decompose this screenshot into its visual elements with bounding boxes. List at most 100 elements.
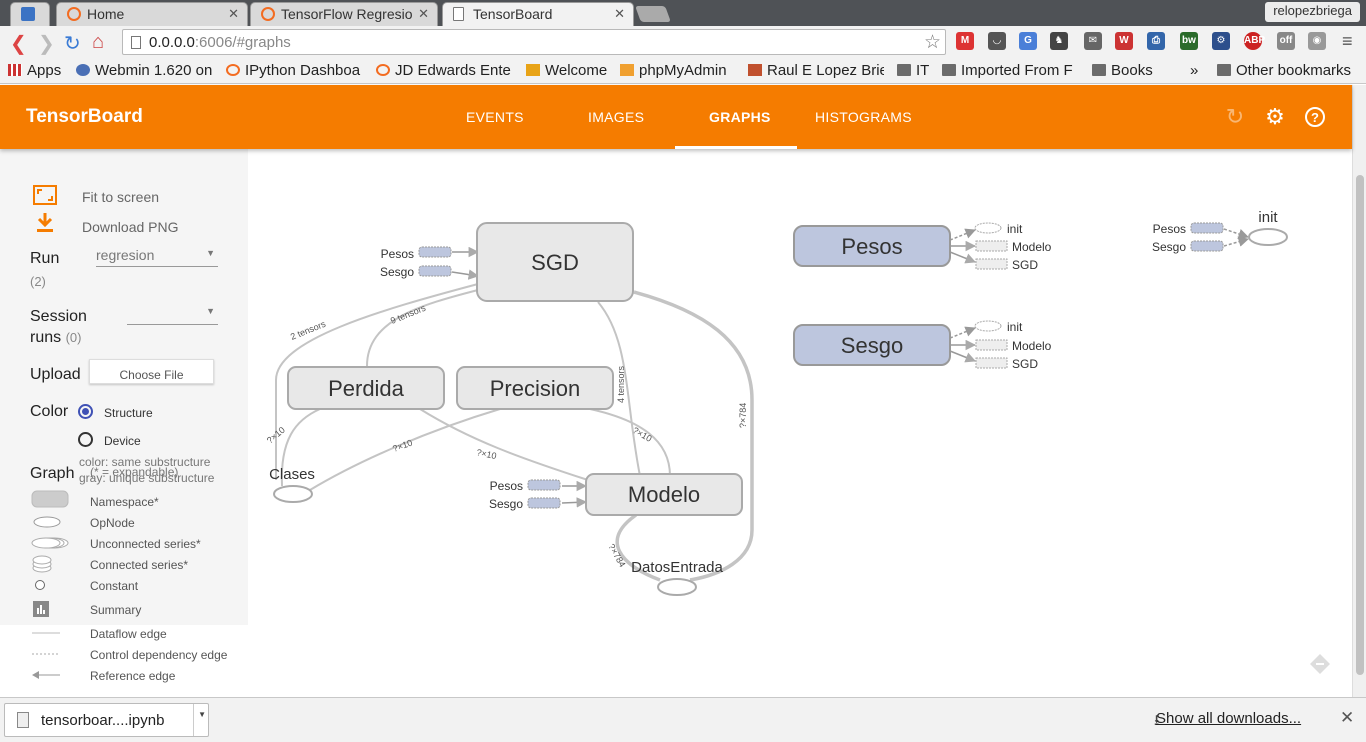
camera-icon[interactable]: ◉ xyxy=(1308,32,1326,50)
bookmark-folder-imported[interactable]: Imported From F xyxy=(942,62,1078,79)
aux-pesos-sgd: Pesos xyxy=(381,247,414,261)
node-sesgo[interactable]: Sesgo xyxy=(793,324,951,366)
choose-file-button[interactable]: Choose File xyxy=(89,359,214,384)
download-png-button[interactable]: Download PNG xyxy=(82,219,179,235)
run-select-value: regresion xyxy=(96,247,155,263)
gmail-icon[interactable]: M xyxy=(956,32,974,50)
adblock-icon[interactable]: ABP xyxy=(1244,32,1265,50)
bookmark-folder-other[interactable]: Other bookmarks xyxy=(1217,62,1351,79)
home-icon[interactable]: ⌂ xyxy=(92,31,104,54)
fit-to-screen-icon[interactable] xyxy=(33,185,57,205)
edge-sesgo-modelo xyxy=(561,497,588,508)
close-icon[interactable]: ✕ xyxy=(418,6,429,22)
aux-pesos-modelo: Pesos xyxy=(490,479,523,493)
close-icon[interactable]: ✕ xyxy=(228,6,239,22)
forward-icon[interactable]: ❯ xyxy=(38,31,55,56)
edge-init-pesos xyxy=(1223,228,1249,239)
legend-opnode: OpNode xyxy=(90,516,135,530)
page-scrollbar[interactable] xyxy=(1352,85,1366,697)
bookmark-webmin[interactable]: Webmin 1.620 on xyxy=(76,62,214,79)
edge-perdida-modelo xyxy=(419,408,589,481)
new-tab-button[interactable] xyxy=(635,6,671,22)
tab-images[interactable]: IMAGES xyxy=(588,109,644,125)
bw-icon[interactable]: bw xyxy=(1180,32,1198,50)
back-icon[interactable]: ❮ xyxy=(10,31,27,56)
color-structure-label: Structure xyxy=(104,406,153,420)
reload-icon[interactable]: ↻ xyxy=(64,31,81,56)
welcome-icon xyxy=(526,64,540,76)
reference-edge-arrow xyxy=(32,671,39,679)
tab-home[interactable]: Home ✕ xyxy=(56,2,248,26)
translate-icon[interactable]: G xyxy=(1019,32,1037,50)
color-device-radio[interactable] xyxy=(78,432,93,447)
run-select[interactable]: regresion ▼ xyxy=(96,247,218,267)
address-bar[interactable]: 0.0.0.0:6006/#graphs ☆ xyxy=(122,29,946,55)
bookmark-jde[interactable]: JD Edwards Ente xyxy=(376,62,514,79)
show-all-downloads-link[interactable]: Show all downloads... xyxy=(1156,710,1301,727)
bookmark-phpmyadmin[interactable]: phpMyAdmin xyxy=(620,62,727,79)
pocket-icon[interactable]: ◡ xyxy=(988,32,1006,50)
tab-histograms[interactable]: HISTOGRAMS xyxy=(815,109,912,125)
node-modelo[interactable]: Modelo xyxy=(585,473,743,516)
bookmark-label: Webmin 1.620 on xyxy=(95,62,213,79)
edge-sesgo-sgd-ref xyxy=(949,350,976,363)
edge-init-sesgo xyxy=(1223,236,1250,247)
minimap-icon[interactable] xyxy=(1310,654,1330,674)
tab-pinned[interactable] xyxy=(10,2,50,26)
edge-label-784-datos: ?×784 xyxy=(606,542,627,569)
profile-button[interactable]: relopezbriega xyxy=(1265,2,1360,22)
wikipedia-icon[interactable]: W xyxy=(1115,32,1133,50)
download-icon[interactable] xyxy=(36,213,54,233)
graph-canvas[interactable]: 2 tensors 9 tensors 4 tensors ?×784 ?×10… xyxy=(248,149,1338,695)
bookmark-ipython[interactable]: IPython Dashboa xyxy=(226,62,364,79)
bookmark-folder-books[interactable]: Books xyxy=(1092,62,1153,79)
tab-events[interactable]: EVENTS xyxy=(466,109,524,125)
node-pesos[interactable]: Pesos xyxy=(793,225,951,267)
bookmark-raul[interactable]: Raul E Lopez Brie xyxy=(748,62,884,79)
tab-label: TensorBoard xyxy=(473,6,553,22)
session-runs-select[interactable]: ▼ xyxy=(127,305,218,325)
bookmark-star-icon[interactable]: ☆ xyxy=(924,31,941,54)
bookmarks-overflow[interactable]: » xyxy=(1190,62,1198,79)
tab-tensorboard[interactable]: TensorBoard ✕ xyxy=(442,2,634,27)
bookmark-label: Welcome xyxy=(545,62,608,79)
node-init[interactable]: init xyxy=(1248,209,1288,246)
close-icon[interactable]: ✕ xyxy=(1340,708,1354,728)
download-item[interactable]: tensorboar....ipynb ▼ xyxy=(4,703,209,737)
tab-tensorflow-regresion[interactable]: TensorFlow Regresio ✕ xyxy=(250,2,438,26)
tab-graphs[interactable]: GRAPHS xyxy=(709,109,771,125)
constant-symbol xyxy=(35,580,45,590)
off-icon[interactable]: off xyxy=(1277,32,1295,50)
dropdown-arrow-icon[interactable]: ▼ xyxy=(198,710,206,719)
bookmark-folder-it[interactable]: IT xyxy=(897,62,929,79)
menu-icon[interactable]: ≡ xyxy=(1342,31,1353,52)
node-sgd[interactable]: SGD xyxy=(476,222,634,302)
summary-symbol-bar xyxy=(37,608,39,614)
color-structure-radio[interactable] xyxy=(78,404,93,419)
graph-label: Graph xyxy=(30,465,75,482)
node-perdida[interactable]: Perdida xyxy=(287,366,445,410)
print-icon[interactable]: ⎙ xyxy=(1147,32,1165,50)
folder-icon xyxy=(942,64,956,76)
extension-icon[interactable]: ♞ xyxy=(1050,32,1068,50)
fit-to-screen-button[interactable]: Fit to screen xyxy=(82,189,159,205)
node-clases[interactable]: Clases xyxy=(269,466,315,503)
bookmark-label: Books xyxy=(1111,62,1153,79)
scrollbar-thumb[interactable] xyxy=(1356,175,1364,675)
legend-constant: Constant xyxy=(90,579,139,593)
url-path: :6006/#graphs xyxy=(194,34,291,51)
close-icon[interactable]: ✕ xyxy=(614,6,625,22)
settings-icon[interactable]: ⚙ xyxy=(1263,105,1287,129)
bookmark-apps[interactable]: Apps xyxy=(8,62,61,79)
bookmark-welcome[interactable]: Welcome xyxy=(526,62,607,79)
mail-icon[interactable]: ✉ xyxy=(1084,32,1102,50)
run-label: Run xyxy=(30,250,60,267)
edge-label-784-sgd: ?×784 xyxy=(738,403,748,428)
node-precision[interactable]: Precision xyxy=(456,366,614,410)
aux-sesgo-modelo: Sesgo xyxy=(489,497,523,511)
choose-file-label: Choose File xyxy=(119,368,184,382)
refresh-icon[interactable]: ↻ xyxy=(1223,105,1247,129)
pinned-app-icon xyxy=(21,7,35,21)
settings-ext-icon[interactable]: ⚙ xyxy=(1212,32,1230,50)
help-icon[interactable]: ? xyxy=(1303,105,1327,129)
